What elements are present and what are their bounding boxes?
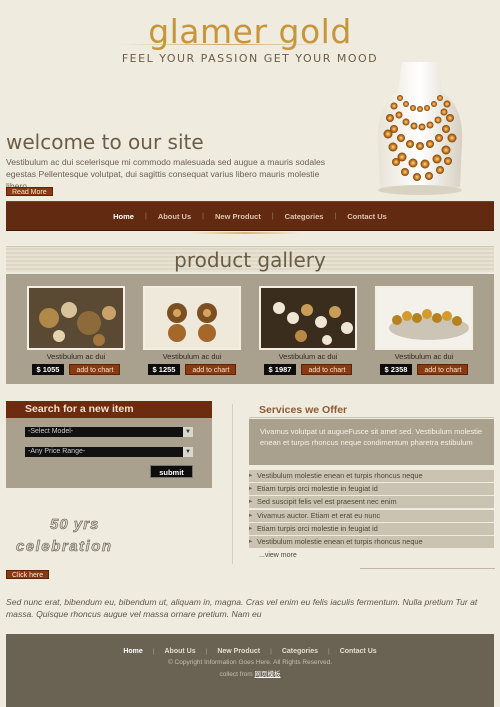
read-more-button[interactable]: Read More (6, 187, 53, 196)
product-price: $ 1255 (147, 364, 181, 375)
product-image[interactable] (259, 286, 357, 350)
search-title: Search for a new item (25, 403, 134, 415)
nav-categories[interactable]: Categories (274, 212, 335, 221)
collect-from: collect from 网页模板 (6, 668, 494, 678)
product-card: Vestibulum ac dui $ 1255 add to chart (140, 286, 244, 375)
add-to-cart-button[interactable]: add to chart (69, 364, 121, 375)
nav-home[interactable]: Home (102, 212, 145, 221)
add-to-cart-button[interactable]: add to chart (185, 364, 237, 375)
product-image[interactable] (27, 286, 125, 350)
celebration-text: celebration (16, 538, 113, 556)
nav-about-us[interactable]: About Us (147, 212, 202, 221)
view-more-link[interactable]: ...view more (259, 552, 297, 559)
product-name: Vestibulum ac dui (278, 352, 338, 361)
main-nav: Home | About Us | New Product | Categori… (6, 201, 494, 231)
services-list: Vestibulum molestie enean et turpis rhon… (249, 470, 494, 549)
service-item[interactable]: Vestibulum molestie enean et turpis rhon… (249, 470, 494, 482)
service-item[interactable]: Vestibulum molestie enean et turpis rhon… (249, 535, 494, 548)
footer-paragraph: Sed nunc erat, bibendum eu, bibendum ut,… (6, 597, 478, 619)
nav-highlight (190, 232, 300, 234)
column-divider (232, 404, 233, 564)
celebration-banner: 50 yrs celebration (6, 516, 176, 568)
services-intro: Vivamus volutpat ut augueFusce sit amet … (260, 427, 483, 447)
service-item[interactable]: Etiam turpis orci molestie in feugiat id (249, 483, 494, 496)
copyright: © Copyright Information Goes Here. All R… (167, 659, 333, 666)
add-to-cart-button[interactable]: add to chart (417, 364, 469, 375)
product-price: $ 2358 (379, 364, 413, 375)
product-name: Vestibulum ac dui (394, 352, 454, 361)
necklace-image (377, 62, 463, 195)
footer-nav-categories[interactable]: Categories (272, 648, 328, 655)
footer-nav: Home | About Us | New Product | Categori… (6, 648, 494, 655)
site-footer: Home | About Us | New Product | Categori… (6, 634, 494, 707)
product-gallery: Vestibulum ac dui $ 1055 add to chart Ve… (6, 274, 494, 384)
submit-button[interactable]: submit (150, 465, 193, 478)
site-logo[interactable]: glamer gold (0, 12, 500, 51)
celebration-years: 50 yrs (50, 516, 100, 534)
product-card: Vestibulum ac dui $ 1987 add to chart (256, 286, 360, 375)
collect-link[interactable]: 网页模板 (255, 671, 281, 678)
welcome-text: Vestibulum ac dui scelerisque mi commodo… (6, 157, 326, 191)
product-image[interactable] (143, 286, 241, 350)
chevron-down-icon: ▼ (183, 427, 193, 437)
product-image[interactable] (375, 286, 473, 350)
select-model-dropdown[interactable]: -Select Model- ▼ (25, 427, 193, 437)
service-item[interactable]: Vivamus auctor. Etiam et erat eu nunc (249, 509, 494, 522)
services-divider (360, 568, 495, 569)
services-title: Services we Offer (259, 404, 348, 416)
logo-divider (120, 44, 330, 45)
service-item[interactable]: Etiam turpis orci molestie in feugiat id (249, 522, 494, 535)
product-card: Vestibulum ac dui $ 2358 add to chart (372, 286, 476, 375)
nav-contact-us[interactable]: Contact Us (336, 212, 398, 221)
gallery-title: product gallery (174, 248, 326, 272)
product-price: $ 1987 (263, 364, 297, 375)
footer-nav-contact-us[interactable]: Contact Us (330, 648, 387, 655)
price-range-value: -Any Price Range- (28, 448, 86, 455)
product-card: Vestibulum ac dui $ 1055 add to chart (24, 286, 128, 375)
nav-new-product[interactable]: New Product (204, 212, 272, 221)
logo-title: glamer gold (148, 12, 352, 51)
add-to-cart-button[interactable]: add to chart (301, 364, 353, 375)
price-range-dropdown[interactable]: -Any Price Range- ▼ (25, 447, 193, 457)
select-model-value: -Select Model- (28, 428, 74, 435)
footer-nav-new-product[interactable]: New Product (207, 648, 270, 655)
welcome-title: welcome to our site (6, 130, 204, 154)
product-price: $ 1055 (31, 364, 65, 375)
product-name: Vestibulum ac dui (162, 352, 222, 361)
chevron-down-icon: ▼ (183, 447, 193, 457)
footer-nav-about-us[interactable]: About Us (155, 648, 206, 655)
footer-nav-home[interactable]: Home (113, 648, 152, 655)
product-name: Vestibulum ac dui (46, 352, 106, 361)
page: glamer gold FEEL YOUR PASSION GET YOUR M… (0, 0, 500, 707)
service-item[interactable]: Sed suscipit felis vel est praesent nec … (249, 496, 494, 509)
click-here-button[interactable]: Click here (6, 570, 50, 579)
collect-label: collect from (219, 671, 253, 678)
